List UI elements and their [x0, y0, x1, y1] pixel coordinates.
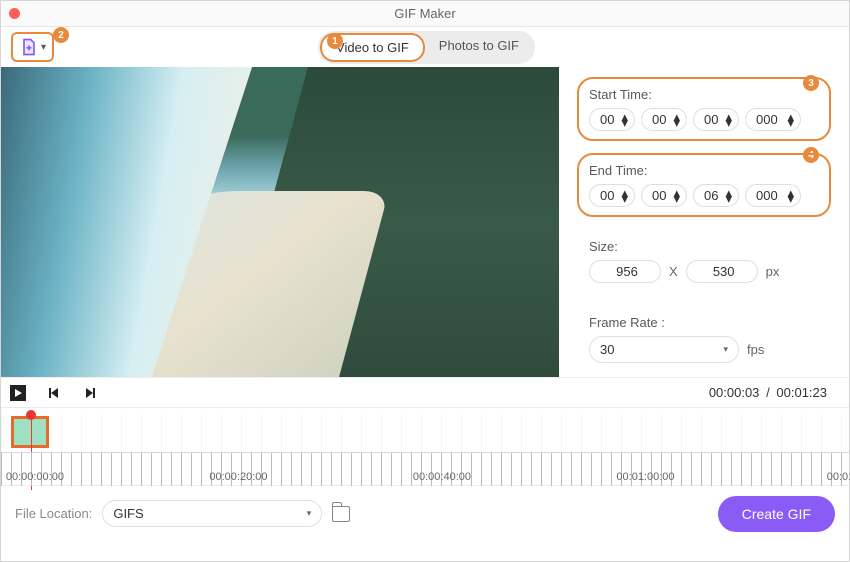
- footer: File Location: GIFS ▾ Create GIF: [1, 485, 849, 541]
- create-gif-button[interactable]: Create GIF: [718, 496, 835, 532]
- ruler-label: 00:01: [827, 471, 850, 483]
- playback-time: 00:00:03 / 00:01:23: [709, 385, 827, 400]
- playback-controls: 00:00:03 / 00:01:23: [1, 377, 849, 407]
- start-seconds-stepper[interactable]: 00▴▾: [693, 108, 739, 131]
- framerate-label: Frame Rate :: [589, 315, 819, 330]
- end-millis-stepper[interactable]: 000▴▾: [745, 184, 801, 207]
- end-seconds-stepper[interactable]: 06▴▾: [693, 184, 739, 207]
- step-forward-icon: [83, 386, 97, 400]
- chevron-down-icon: ▾: [307, 508, 312, 519]
- step-back-icon: [47, 386, 61, 400]
- end-minutes-stepper[interactable]: 00▴▾: [641, 184, 687, 207]
- play-button[interactable]: [9, 384, 27, 402]
- ruler-label: 00:00:20:00: [209, 471, 267, 483]
- ruler-label: 00:01:00:00: [616, 471, 674, 483]
- start-time-label: Start Time:: [589, 87, 819, 102]
- callout-2: 2: [53, 27, 69, 43]
- play-icon: [9, 384, 27, 402]
- frame-forward-button[interactable]: [81, 384, 99, 402]
- tab-photos-to-gif[interactable]: Photos to GIF: [425, 33, 533, 62]
- start-millis-stepper[interactable]: 000▴▾: [745, 108, 801, 131]
- chevron-down-icon: ▾: [723, 344, 728, 355]
- mode-tabs: Video to GIF Photos to GIF: [318, 31, 535, 64]
- chevron-down-icon: ▾: [621, 120, 628, 126]
- width-input[interactable]: 956: [589, 260, 661, 283]
- ruler-label: 00:00:40:00: [413, 471, 471, 483]
- size-separator: X: [669, 264, 678, 279]
- ruler-label: 00:00:00:00: [6, 471, 64, 483]
- end-hours-stepper[interactable]: 00▴▾: [589, 184, 635, 207]
- size-group: Size: 956 X 530 px: [577, 229, 831, 293]
- framerate-unit: fps: [747, 342, 764, 357]
- window-title: GIF Maker: [394, 6, 455, 21]
- time-ruler: 00:00:00:00 00:00:20:00 00:00:40:00 00:0…: [1, 452, 849, 486]
- browse-folder-button[interactable]: [332, 506, 350, 522]
- framerate-select[interactable]: 30 ▾: [589, 336, 739, 363]
- titlebar: GIF Maker: [1, 1, 849, 27]
- size-label: Size:: [589, 239, 819, 254]
- start-time-group: Start Time: 00▴▾ 00▴▾ 00▴▾ 000▴▾: [577, 77, 831, 141]
- timeline[interactable]: 00:00:00:00 00:00:20:00 00:00:40:00 00:0…: [1, 407, 849, 485]
- file-location-select[interactable]: GIFS ▾: [102, 500, 322, 527]
- start-minutes-stepper[interactable]: 00▴▾: [641, 108, 687, 131]
- chevron-down-icon: ▾: [41, 42, 46, 53]
- add-file-icon: [19, 37, 39, 57]
- start-hours-stepper[interactable]: 00▴▾: [589, 108, 635, 131]
- size-unit: px: [766, 264, 780, 279]
- settings-panel: Start Time: 00▴▾ 00▴▾ 00▴▾ 000▴▾ End Tim…: [559, 67, 849, 377]
- add-media-button[interactable]: ▾: [11, 32, 54, 62]
- callout-1: 1: [327, 33, 343, 49]
- video-preview[interactable]: [1, 67, 559, 377]
- toolbar: ▾ Video to GIF Photos to GIF: [1, 27, 849, 67]
- frame-back-button[interactable]: [45, 384, 63, 402]
- height-input[interactable]: 530: [686, 260, 758, 283]
- main-area: Start Time: 00▴▾ 00▴▾ 00▴▾ 000▴▾ End Tim…: [1, 67, 849, 377]
- timeline-track[interactable]: [1, 414, 849, 452]
- framerate-group: Frame Rate : 30 ▾ fps: [577, 305, 831, 373]
- end-time-group: End Time: 00▴▾ 00▴▾ 06▴▾ 000▴▾: [577, 153, 831, 217]
- close-window-button[interactable]: [9, 8, 20, 19]
- end-time-label: End Time:: [589, 163, 819, 178]
- file-location-label: File Location:: [15, 506, 92, 521]
